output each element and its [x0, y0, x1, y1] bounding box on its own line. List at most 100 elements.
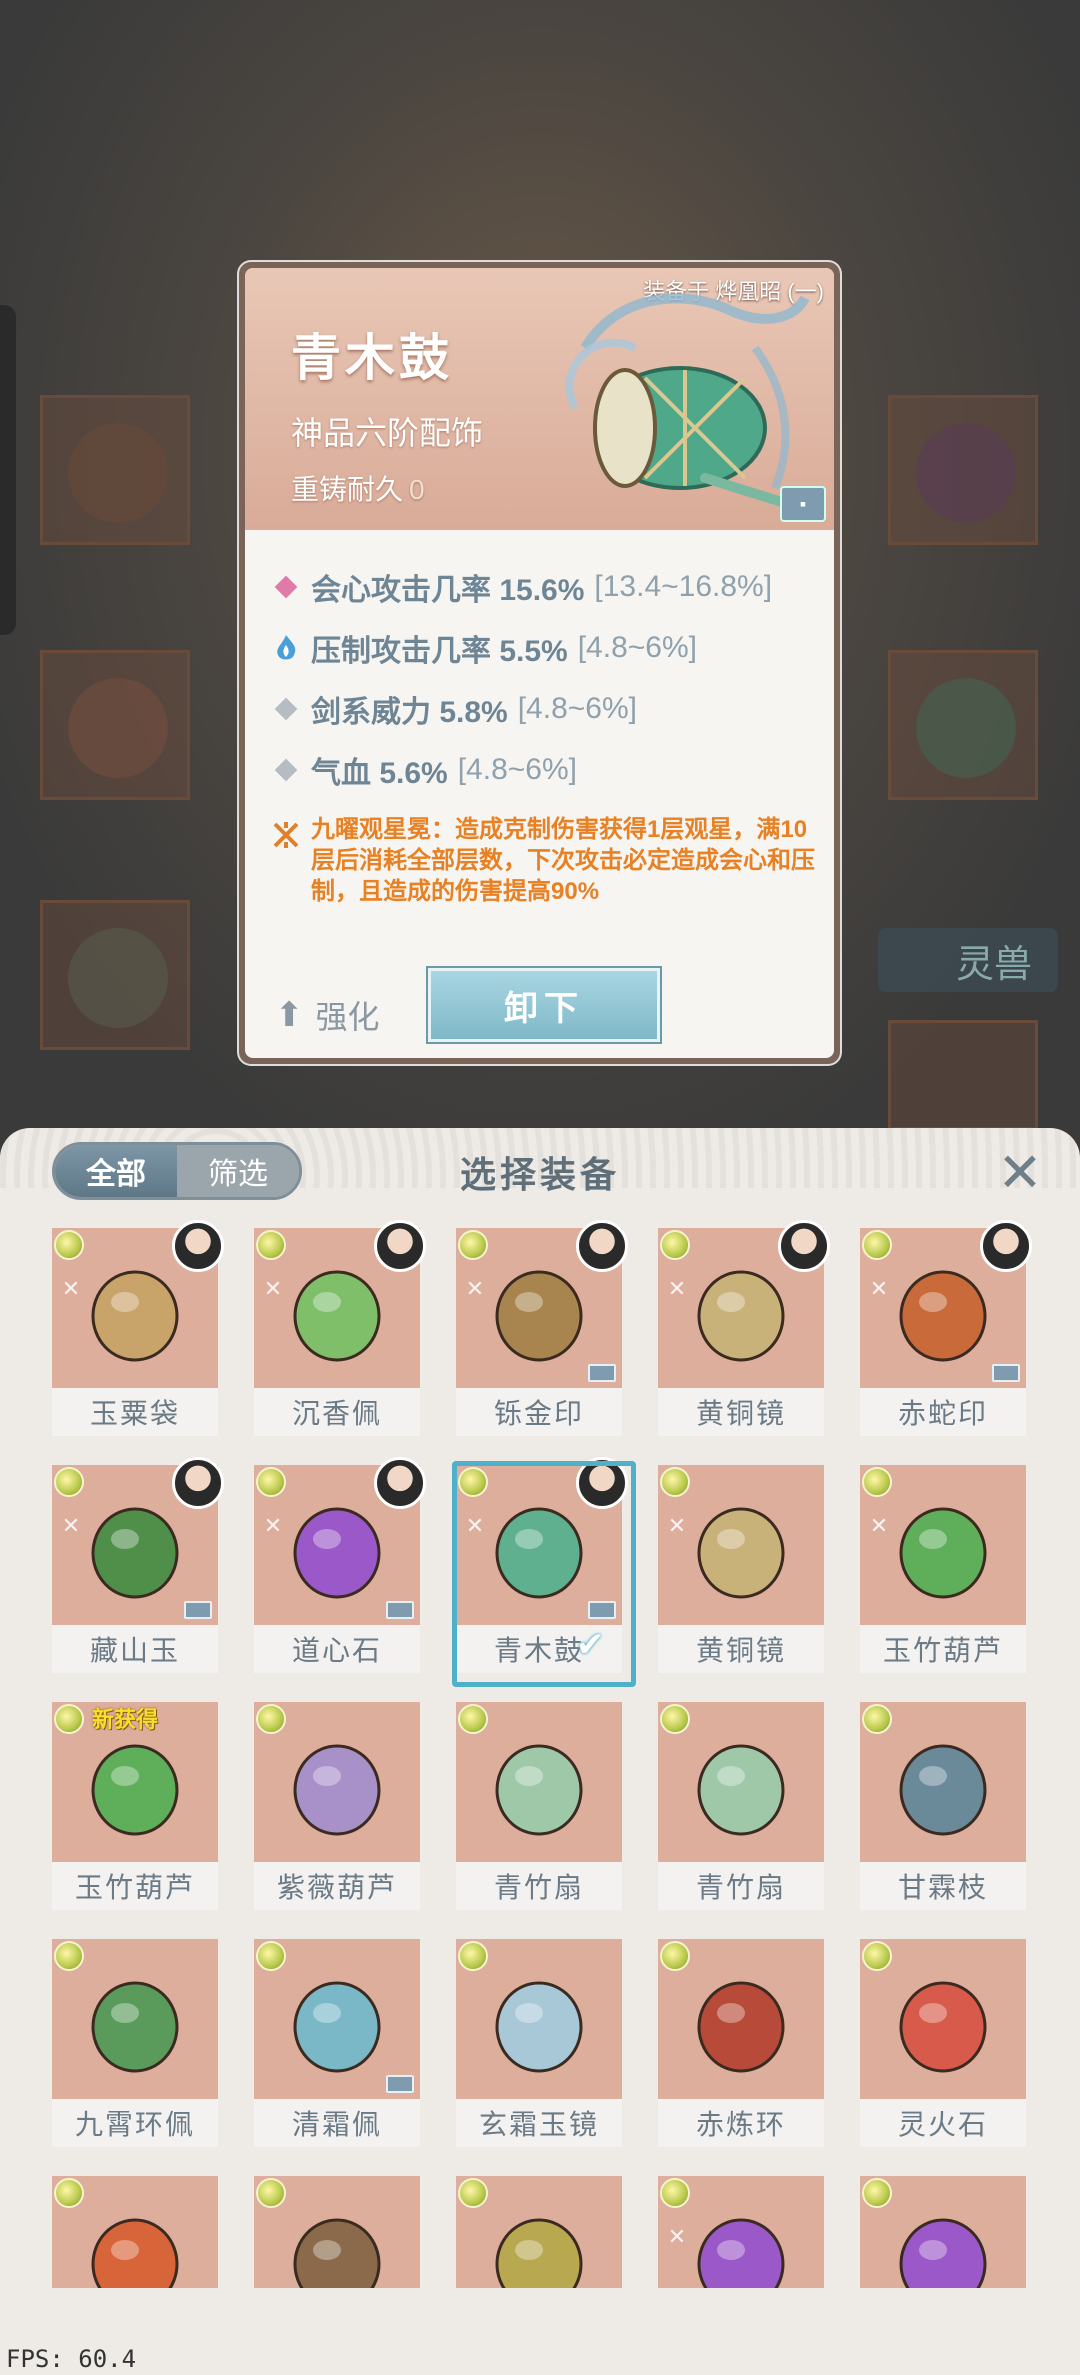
equipment-art	[697, 1507, 785, 1599]
equipment-card[interactable]: 清霜佩	[254, 1939, 420, 2147]
bg-spirit-beast-tab: 灵兽	[878, 928, 1058, 992]
equipment-art	[899, 1270, 987, 1362]
equipment-art	[495, 1507, 583, 1599]
lock-icon[interactable]: ▪	[780, 486, 826, 522]
tier-gem-icon	[458, 2178, 488, 2208]
equipment-image: ✕	[860, 1465, 1026, 1625]
tier-gem-icon	[458, 1941, 488, 1971]
detail-header: 装备于 烨凰昭 (一) 青木鼓 神品六阶配饰 重铸耐久 0 ▪	[245, 268, 834, 530]
equipment-card[interactable]: 紫薇葫芦	[254, 1702, 420, 1910]
equipment-art	[697, 2218, 785, 2288]
character-avatar-icon	[576, 1457, 628, 1509]
close-icon[interactable]: ✕	[990, 1142, 1050, 1203]
equipment-image: ✕	[658, 1465, 824, 1625]
tier-gem-icon	[458, 1230, 488, 1260]
stat-label: 气血 5.6%	[311, 756, 448, 790]
lock-icon	[184, 1601, 212, 1619]
stat-label: 剑系威力 5.8%	[311, 695, 508, 729]
equipment-image	[52, 1939, 218, 2099]
bg-equip-slot	[40, 650, 190, 800]
equipment-card[interactable]: ✕ 铄金印	[456, 1220, 628, 1436]
equipment-card[interactable]	[254, 2176, 420, 2288]
select-equipment-panel: 全部 筛选 选择装备 ✕ ✕ 玉粟袋 ✕ 沉香佩 ✕ 铄金印 ✕ 黄铜镜 ✕ 赤蛇印 ✕ 藏山玉 ✕ 道心…	[0, 1128, 1080, 2375]
recast-value: 0	[409, 474, 425, 505]
equipment-name: 沉香佩	[254, 1388, 420, 1436]
equipment-card[interactable]: ✕ 玉粟袋	[52, 1220, 224, 1436]
equipment-image	[860, 1702, 1026, 1862]
tier-gem-icon	[256, 2178, 286, 2208]
recast-durability: 重铸耐久 0	[291, 468, 425, 508]
equipment-art	[899, 1744, 987, 1836]
equipment-name: 甘霖枝	[860, 1862, 1026, 1910]
enhance-button[interactable]: ⬆ 强化	[275, 992, 380, 1038]
equipment-card[interactable]	[52, 2176, 218, 2288]
lock-icon	[386, 1601, 414, 1619]
equipment-card[interactable]: ✕ 道心石	[254, 1457, 426, 1673]
equipment-art	[495, 1270, 583, 1362]
equipment-card[interactable]: 青竹扇	[658, 1702, 824, 1910]
equipment-card[interactable]: ✕ 青木鼓 ✔	[452, 1457, 636, 1687]
equipment-card[interactable]: 新获得 玉竹葫芦	[52, 1702, 218, 1910]
tier-gem-icon	[862, 1467, 892, 1497]
equipment-card[interactable]: ✕ 黄铜镜	[658, 1465, 824, 1673]
set-effect-icon: ✕	[667, 2224, 687, 2249]
equipment-card[interactable]: ✕ 沉香佩	[254, 1220, 426, 1436]
equipment-card[interactable]: ✕	[658, 2176, 824, 2288]
tier-gem-icon	[862, 1941, 892, 1971]
equipment-card[interactable]: 九霄环佩	[52, 1939, 218, 2147]
equipment-art	[697, 1981, 785, 2073]
equipment-name: 灵火石	[860, 2099, 1026, 2147]
tier-gem-icon	[54, 1704, 84, 1734]
bg-tab-label: 灵兽	[955, 943, 1032, 986]
equipment-image	[456, 2176, 622, 2288]
equipment-art	[495, 1744, 583, 1836]
equipment-art	[495, 2218, 583, 2288]
equipment-art	[899, 1981, 987, 2073]
character-avatar-icon	[778, 1220, 830, 1272]
equipment-card[interactable]: ✕ 玉竹葫芦	[860, 1465, 1026, 1673]
recast-label: 重铸耐久	[291, 474, 404, 505]
drum-illustration	[565, 293, 810, 508]
tier-gem-icon	[256, 1941, 286, 1971]
stat-sword-power: 剑系威力 5.8% [4.8~6%]	[269, 678, 829, 739]
equipment-card[interactable]: 青竹扇	[456, 1702, 622, 1910]
fps-counter: FPS: 60.4	[6, 2345, 137, 2373]
equipment-image	[456, 1939, 622, 2099]
equipment-art	[91, 1507, 179, 1599]
equipment-name: 道心石	[254, 1625, 420, 1673]
equipment-card[interactable]: 玄霜玉镜	[456, 1939, 622, 2147]
stat-range: [4.8~6%]	[517, 691, 637, 725]
tier-gem-icon	[660, 1704, 690, 1734]
bg-equip-slot	[888, 650, 1038, 800]
tier-gem-icon	[256, 1704, 286, 1734]
set-effect-icon: ✕	[465, 1276, 485, 1301]
equipment-art	[91, 1981, 179, 2073]
tier-gem-icon	[862, 1704, 892, 1734]
bg-equip-slot	[40, 395, 190, 545]
set-effect-icon: ✕	[263, 1276, 283, 1301]
set-effect-icon: ✕	[61, 1513, 81, 1538]
enhance-label: 强化	[315, 999, 380, 1035]
equipment-card[interactable]	[860, 2176, 1026, 2288]
character-avatar-icon	[172, 1457, 224, 1509]
equipment-card[interactable]	[456, 2176, 622, 2288]
equipment-card[interactable]: ✕ 赤蛇印	[860, 1220, 1032, 1436]
character-avatar-icon	[374, 1220, 426, 1272]
unequip-button[interactable]: 卸下	[428, 968, 660, 1042]
equipment-card[interactable]: 赤炼环	[658, 1939, 824, 2147]
item-name: 青木鼓	[291, 329, 453, 387]
equipment-card[interactable]: 甘霖枝	[860, 1702, 1026, 1910]
detail-content: 装备于 烨凰昭 (一) 青木鼓 神品六阶配饰 重铸耐久 0 ▪ 会心攻击几率 15…	[245, 268, 834, 1058]
tier-gem-icon	[660, 1941, 690, 1971]
equipment-card[interactable]: 灵火石	[860, 1939, 1026, 2147]
tier-gem-icon	[862, 1230, 892, 1260]
equipment-image	[254, 1939, 420, 2099]
equipment-card[interactable]: ✕ 黄铜镜	[658, 1220, 830, 1436]
equipment-image: ✕	[658, 2176, 824, 2288]
stat-label: 会心攻击几率 15.6%	[311, 573, 585, 607]
equipment-image	[860, 1939, 1026, 2099]
equipment-name: 青竹扇	[456, 1862, 622, 1910]
equipment-image	[52, 2176, 218, 2288]
equipment-card[interactable]: ✕ 藏山玉	[52, 1457, 224, 1673]
panel-title: 选择装备	[459, 1154, 620, 1195]
